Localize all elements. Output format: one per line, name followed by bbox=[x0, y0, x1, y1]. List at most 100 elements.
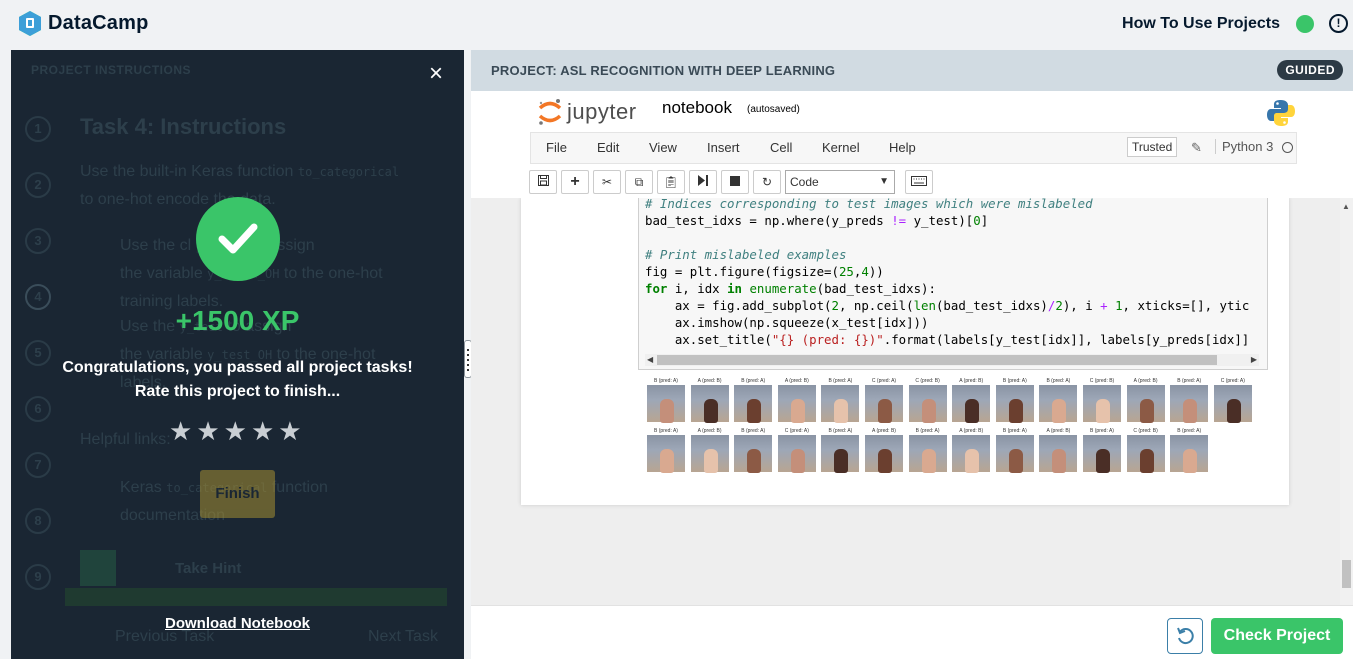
output-image-thumbnail: B (pred: A) bbox=[734, 378, 773, 424]
keyboard-icon[interactable] bbox=[905, 170, 933, 194]
notebook-vertical-scrollbar[interactable]: ▲ bbox=[1340, 198, 1353, 605]
rating-stars[interactable]: ★ ★ ★ ★ ★ bbox=[169, 418, 302, 444]
hand-sign-image bbox=[908, 385, 947, 423]
star-icon-1[interactable]: ★ bbox=[169, 418, 192, 444]
step-7[interactable]: 7 bbox=[25, 452, 51, 478]
hand-sign-image bbox=[734, 385, 773, 423]
thumbnail-title: A (pred: B) bbox=[784, 378, 809, 384]
brand-name: DataCamp bbox=[48, 12, 149, 34]
star-icon-4[interactable]: ★ bbox=[251, 418, 274, 444]
autosave-status: (autosaved) bbox=[747, 104, 800, 115]
paste-icon[interactable]: 📋︎ bbox=[657, 170, 685, 194]
notebook-name[interactable]: notebook bbox=[662, 98, 732, 118]
stop-icon[interactable] bbox=[721, 170, 749, 194]
save-icon[interactable] bbox=[529, 170, 557, 194]
notebook-area[interactable]: # Indices corresponding to test images w… bbox=[471, 198, 1353, 605]
copy-icon[interactable]: ⧉ bbox=[625, 170, 653, 194]
output-image-thumbnail: C (pred: A) bbox=[865, 378, 903, 424]
code-scroll-thumb[interactable] bbox=[657, 355, 1217, 365]
code-line-1: # Indices corresponding to test images w… bbox=[645, 198, 1093, 211]
star-icon-5[interactable]: ★ bbox=[278, 418, 301, 444]
pencil-icon[interactable]: ✎ bbox=[1191, 140, 1202, 156]
thumbnail-title: A (pred: B) bbox=[872, 428, 896, 434]
hand-sign-image bbox=[821, 435, 860, 473]
restart-icon[interactable]: ↻ bbox=[753, 170, 781, 194]
thumbnail-title: B (pred: A) bbox=[741, 378, 766, 384]
output-image-thumbnail: A (pred: B) bbox=[952, 428, 991, 474]
python-logo-icon bbox=[1267, 100, 1295, 126]
progress-bar bbox=[65, 588, 447, 606]
thumbnail-title: C (pred: A) bbox=[1220, 378, 1245, 384]
bullet-1-text-d: to the one-hot bbox=[283, 265, 383, 282]
hand-sign-image bbox=[1039, 385, 1078, 423]
output-image-thumbnail: A (pred: B) bbox=[1039, 428, 1078, 474]
add-cell-icon[interactable]: + bbox=[561, 170, 589, 194]
hand-sign-image bbox=[1213, 385, 1252, 423]
intro-code: to_categorical bbox=[297, 165, 400, 179]
output-image-thumbnail: B (pred: A) bbox=[821, 428, 860, 474]
thumbnail-title: C (pred: A) bbox=[784, 428, 809, 434]
run-icon[interactable] bbox=[689, 170, 717, 194]
hand-sign-image bbox=[1083, 435, 1121, 473]
menu-help[interactable]: Help bbox=[889, 140, 916, 155]
output-image-thumbnail: A (pred: B) bbox=[1126, 378, 1165, 424]
bullet-1-text-c: the variable bbox=[120, 265, 203, 282]
close-icon[interactable]: × bbox=[429, 62, 443, 86]
code-horizontal-scrollbar[interactable]: ◀ ▶ bbox=[645, 354, 1259, 366]
menu-insert[interactable]: Insert bbox=[707, 140, 740, 155]
menu-edit[interactable]: Edit bbox=[597, 140, 619, 155]
jupyter-toolbar: + ✂ ⧉ 📋︎ ↻ Code ▼ bbox=[529, 169, 933, 195]
cell-type-select[interactable]: Code ▼ bbox=[785, 170, 895, 194]
alert-icon[interactable]: ! bbox=[1329, 14, 1348, 33]
step-8[interactable]: 8 bbox=[25, 508, 51, 534]
thumbnail-title: B (pred: A) bbox=[828, 428, 853, 434]
check-project-button[interactable]: Check Project bbox=[1211, 618, 1343, 654]
thumbnail-title: B (pred: A) bbox=[654, 378, 678, 384]
checkmark-icon bbox=[218, 223, 258, 254]
congrats-line-1: Congratulations, you passed all project … bbox=[62, 359, 413, 376]
step-2[interactable]: 2 bbox=[25, 172, 51, 198]
reset-button[interactable] bbox=[1167, 618, 1203, 654]
hand-sign-image bbox=[690, 385, 729, 423]
jupyter-menubar: File Edit View Insert Cell Kernel Help T… bbox=[530, 132, 1297, 164]
jupyter-logo[interactable]: jupyter bbox=[537, 97, 637, 127]
scroll-right-icon[interactable]: ▶ bbox=[1251, 354, 1257, 366]
star-icon-2[interactable]: ★ bbox=[196, 418, 219, 444]
thumbnail-title: B (pred: A) bbox=[1177, 378, 1202, 384]
download-notebook-link[interactable]: Download Notebook bbox=[11, 615, 464, 632]
code-line-4: # Print mislabeled examples bbox=[645, 247, 847, 262]
hand-sign-image bbox=[1170, 435, 1209, 473]
vertical-scroll-thumb[interactable] bbox=[1342, 560, 1351, 588]
hand-sign-image bbox=[1170, 385, 1209, 423]
scroll-left-icon[interactable]: ◀ bbox=[647, 354, 653, 366]
scroll-up-icon[interactable]: ▲ bbox=[1342, 202, 1350, 211]
output-image-thumbnail: A (pred: B) bbox=[952, 378, 991, 424]
code-cell[interactable]: # Indices corresponding to test images w… bbox=[638, 198, 1268, 370]
thumbnail-title: B (pred: A) bbox=[1090, 428, 1114, 434]
step-9[interactable]: 9 bbox=[25, 564, 51, 590]
menu-cell[interactable]: Cell bbox=[770, 140, 792, 155]
output-image-thumbnail: B (pred: A) bbox=[1083, 428, 1121, 474]
step-3[interactable]: 3 bbox=[25, 228, 51, 254]
code-line-6: for i, idx in enumerate(bad_test_idxs): bbox=[645, 281, 936, 296]
datacamp-logo[interactable]: DataCamp bbox=[18, 10, 149, 37]
step-1[interactable]: 1 bbox=[25, 116, 51, 142]
how-to-use-projects-link[interactable]: How To Use Projects bbox=[1122, 15, 1280, 33]
output-image-thumbnail: B (pred: A) bbox=[1170, 428, 1209, 474]
trusted-indicator[interactable]: Trusted bbox=[1127, 137, 1178, 157]
menu-file[interactable]: File bbox=[546, 140, 567, 155]
docs-link-text-b: function bbox=[271, 479, 328, 496]
menu-kernel[interactable]: Kernel bbox=[822, 140, 860, 155]
output-image-thumbnail: B (pred: A) bbox=[734, 428, 773, 474]
menu-view[interactable]: View bbox=[649, 140, 677, 155]
hand-sign-image bbox=[1083, 385, 1121, 423]
output-image-thumbnail: B (pred: A) bbox=[1170, 378, 1209, 424]
cut-icon[interactable]: ✂ bbox=[593, 170, 621, 194]
thumbnail-title: B (pred: A) bbox=[1002, 428, 1027, 434]
instructions-background: PROJECT INSTRUCTIONS 1 2 3 4 5 6 7 8 9 T… bbox=[11, 50, 464, 659]
hand-sign-image bbox=[952, 435, 991, 473]
thumbnail-title: B (pred: A) bbox=[828, 378, 853, 384]
star-icon-3[interactable]: ★ bbox=[224, 418, 247, 444]
datacamp-logo-icon bbox=[19, 11, 41, 36]
take-hint-button[interactable]: Take Hint bbox=[175, 560, 241, 577]
